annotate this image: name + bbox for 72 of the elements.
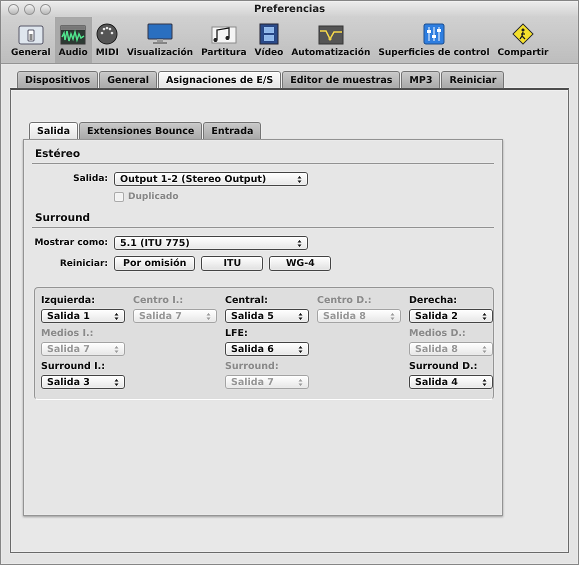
- channel-dropdown[interactable]: Salida 6: [225, 342, 309, 356]
- channel-label: Medios D.:: [409, 328, 467, 339]
- stepper-icon: [297, 174, 302, 184]
- tab[interactable]: Reiniciar: [441, 71, 504, 88]
- tab[interactable]: Asignaciones de E/S: [158, 71, 282, 88]
- curve-graph-icon: [318, 25, 344, 45]
- midi-port-icon: [96, 23, 118, 45]
- checkbox-label: Duplicado: [128, 192, 179, 202]
- film-icon: [258, 23, 280, 45]
- field-label: Mostrar como:: [33, 238, 108, 248]
- reset-button[interactable]: ITU: [201, 256, 264, 271]
- channel-label: LFE:: [225, 328, 249, 339]
- window-title: Preferencias: [252, 4, 326, 14]
- channel-dropdown[interactable]: Salida 3: [41, 375, 125, 389]
- section-heading: Estéreo: [32, 148, 494, 164]
- channel-label: Centro I.:: [133, 295, 184, 306]
- field-label: Reiniciar:: [58, 258, 108, 268]
- window-control-button[interactable]: [24, 4, 35, 14]
- stepper-icon: [482, 378, 487, 386]
- tab[interactable]: Salida: [29, 122, 78, 139]
- channel-label: Surround I.:: [41, 361, 106, 372]
- channel-label: Izquierda:: [41, 295, 96, 306]
- channel-label: Derecha:: [409, 295, 458, 306]
- field-label: Salida:: [72, 174, 108, 184]
- tab[interactable]: General: [99, 71, 158, 88]
- channel-label: Surround:: [225, 361, 280, 372]
- toolbar-button[interactable]: Partitura: [197, 17, 251, 63]
- stepper-icon: [482, 312, 487, 320]
- faders-icon: [422, 23, 445, 45]
- reset-button[interactable]: WG-4: [269, 256, 332, 271]
- tab[interactable]: Entrada: [203, 122, 262, 139]
- toolbar-button[interactable]: General: [7, 17, 55, 63]
- pedestrian-sign-icon: [512, 23, 534, 45]
- channel-label: Surround D.:: [409, 361, 478, 372]
- switch-icon: [18, 25, 44, 45]
- waveform-icon: [60, 25, 86, 45]
- reset-button[interactable]: Por omisión: [114, 256, 196, 271]
- window-control-button[interactable]: [40, 4, 51, 14]
- toolbar-button[interactable]: MIDI: [92, 17, 123, 63]
- toolbar-button[interactable]: Vídeo: [250, 17, 288, 63]
- monitor-icon: [146, 23, 173, 45]
- stepper-icon: [206, 312, 211, 320]
- stepper-icon: [114, 344, 119, 354]
- stepper-icon: [298, 378, 303, 386]
- channel-label: Centro D.:: [317, 295, 373, 306]
- tab[interactable]: Dispositivos: [17, 71, 98, 88]
- toolbar-button[interactable]: Superficies de control: [374, 17, 494, 63]
- stepper-icon: [298, 344, 303, 354]
- section-heading: Surround: [32, 212, 494, 228]
- channel-label: Central:: [225, 295, 269, 306]
- toolbar-button[interactable]: Audio: [54, 17, 92, 63]
- channel-dropdown[interactable]: Salida 2: [409, 309, 493, 323]
- toolbar-button[interactable]: Visualización: [122, 17, 198, 63]
- music-notes-icon: [210, 25, 237, 45]
- display-mode-dropdown[interactable]: 5.1 (ITU 775): [114, 236, 308, 250]
- stepper-icon: [114, 312, 119, 320]
- channel-dropdown[interactable]: Salida 5: [225, 309, 309, 323]
- channel-label: Medios I.:: [41, 328, 94, 339]
- toolbar-button[interactable]: Compartir: [494, 17, 552, 63]
- stepper-icon: [482, 344, 487, 354]
- tab[interactable]: MP3: [401, 71, 440, 88]
- window-control-button[interactable]: [8, 4, 19, 14]
- stepper-icon: [114, 378, 119, 386]
- tab[interactable]: Editor de muestras: [282, 71, 400, 88]
- channel-dropdown[interactable]: Salida 1: [41, 309, 125, 323]
- channel-dropdown[interactable]: Salida 4: [409, 375, 493, 389]
- stepper-icon: [390, 312, 395, 320]
- tab[interactable]: Extensiones Bounce: [78, 122, 202, 139]
- toolbar-button[interactable]: Automatización: [287, 17, 374, 63]
- stepper-icon: [298, 312, 303, 320]
- stepper-icon: [297, 238, 302, 248]
- output-dropdown[interactable]: Output 1-2 (Stereo Output): [114, 172, 308, 186]
